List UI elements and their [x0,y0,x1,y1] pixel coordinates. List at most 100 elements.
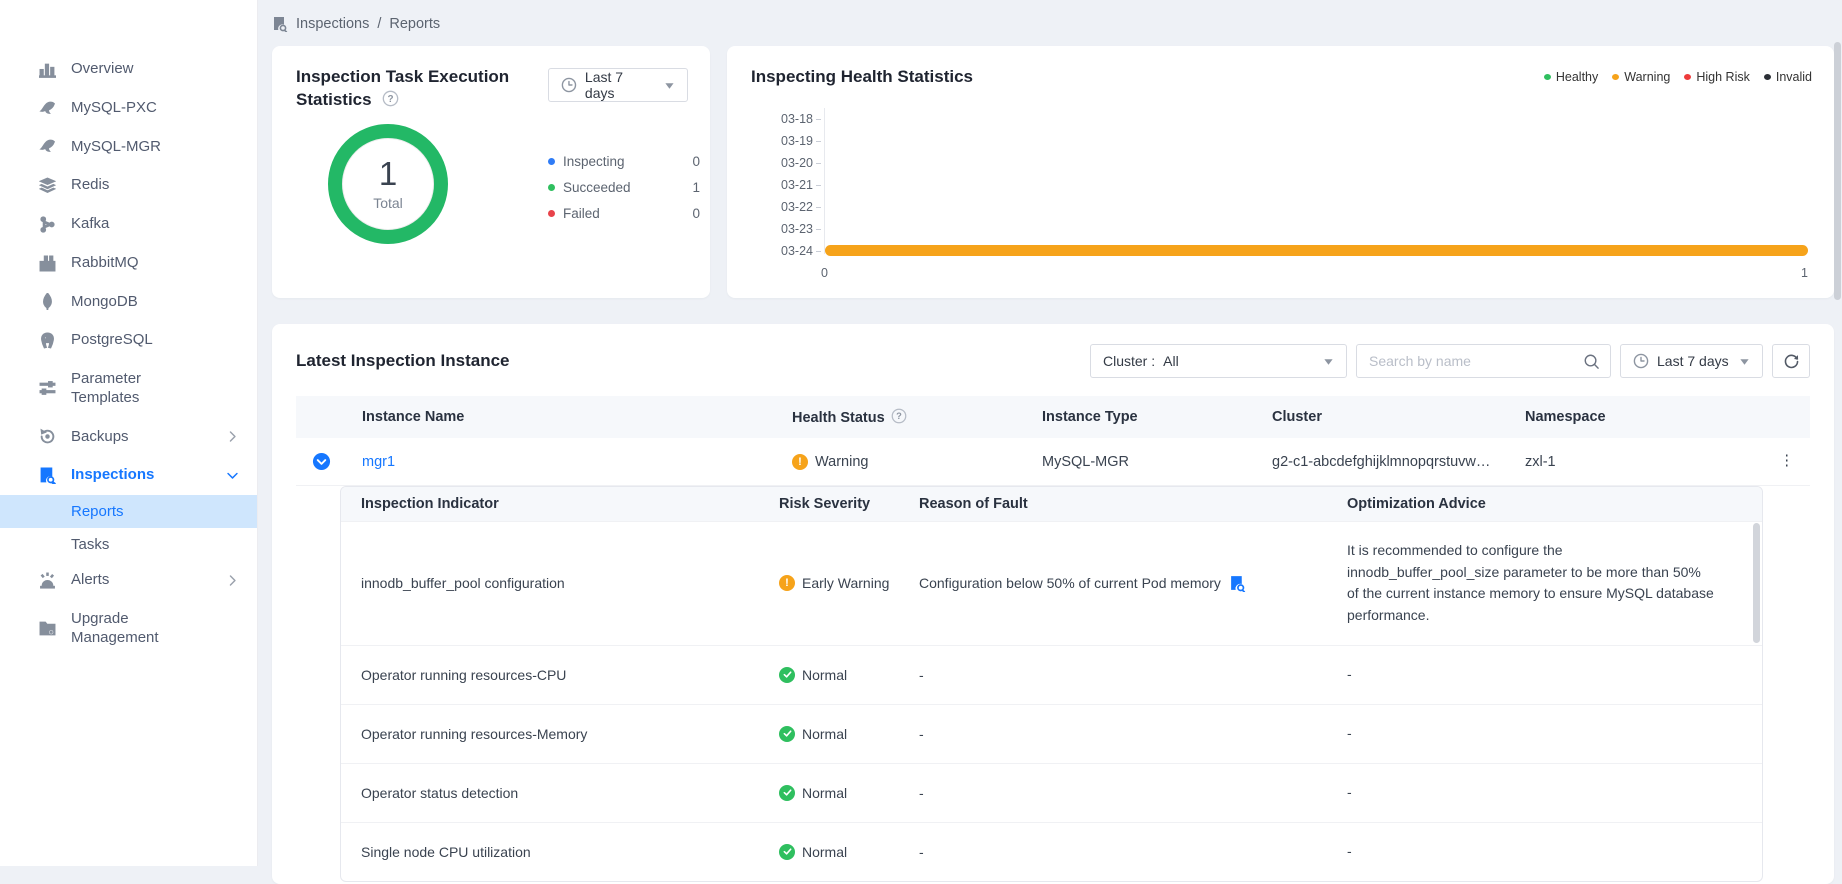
legend-item-failed[interactable]: Failed 0 [548,206,700,221]
alarm-icon [38,571,56,589]
breadcrumb-section[interactable]: Inspections [296,16,369,32]
risk-cell: Normal [759,823,899,881]
legend-value: 0 [692,206,700,221]
sidebar-item-label: Inspections [71,466,154,485]
donut-total-label: Total [373,195,403,211]
legend-item-succeeded[interactable]: Succeeded 1 [548,180,700,195]
svg-text:?: ? [896,411,902,421]
sidebar-item-mongodb[interactable]: MongoDB [0,283,257,322]
backup-restore-icon [38,428,56,446]
inspection-report-icon [38,467,56,485]
check-icon [779,844,795,860]
collapse-row-icon[interactable] [312,452,331,471]
inner-scrollbar-thumb[interactable] [1753,523,1760,643]
y-tick [816,229,821,230]
sidebar-item-label: Parameter Templates [71,370,199,408]
row-actions-menu[interactable]: ⋮ [1740,438,1810,486]
cluster-select-value: All [1163,353,1179,369]
legend-item-inspecting[interactable]: Inspecting 0 [548,154,700,169]
search-icon[interactable] [1583,353,1600,370]
sidebar-item-postgresql[interactable]: PostgreSQL [0,321,257,360]
sidebar-item-kafka[interactable]: Kafka [0,205,257,244]
col-namespace: Namespace [1509,396,1740,438]
indicator-cell: Single node CPU utilization [341,823,759,881]
elephant-icon [38,332,56,350]
sidebar-item-upgrade-management[interactable]: Upgrade Management [0,600,257,658]
clock-icon [561,77,577,93]
sidebar-item-mysql-mgr[interactable]: MySQL-MGR [0,128,257,167]
legend-dot [1684,74,1691,80]
cluster-select[interactable]: Cluster : All [1090,344,1347,378]
card-title: Latest Inspection Instance [296,350,510,373]
reason-cell: - [899,646,1327,704]
sidebar-item-redis[interactable]: Redis [0,166,257,205]
health-status-cell: ! Warning [776,438,1026,486]
instances-table-header: Instance Name Health Status? Instance Ty… [296,396,1810,438]
breadcrumb-separator: / [377,16,381,32]
normal-badge: Normal [779,667,847,683]
refresh-button[interactable] [1772,344,1810,378]
indicator-cell: innodb_buffer_pool configuration [341,522,759,645]
date-range-select[interactable]: Last 7 days [1620,344,1763,378]
advice-cell: - [1327,705,1762,763]
detail-row: Operator running resources-CPU Normal - … [341,645,1762,704]
sidebar-item-mysql-pxc[interactable]: MySQL-PXC [0,89,257,128]
y-tick-label: 03-19 [751,134,813,148]
date-range-select[interactable]: Last 7 days [548,68,688,102]
expand-cell [296,438,346,486]
health-stats-card: Inspecting Health Statistics Healthy War… [727,46,1834,298]
legend-item-invalid[interactable]: Invalid [1764,70,1812,84]
legend-dot [548,184,555,191]
search-input[interactable]: Search by name [1356,344,1611,378]
sidebar-item-inspections[interactable]: Inspections [0,456,257,495]
col-reason-of-fault: Reason of Fault [899,487,1327,521]
instance-row-mgr1: mgr1 ! Warning MySQL-MGR g2-c1-abcdefghi… [296,438,1810,486]
x-tick-max: 1 [1801,266,1808,280]
legend-item-healthy[interactable]: Healthy [1544,70,1598,84]
page-scrollbar-thumb[interactable] [1834,42,1841,300]
sidebar-item-label: Upgrade Management [71,610,199,648]
y-tick-label: 03-24 [751,244,813,258]
instance-name-cell: mgr1 [346,438,776,486]
reason-text: Configuration below 50% of current Pod m… [919,575,1221,591]
sidebar-item-overview[interactable]: Overview [0,50,257,89]
legend-item-warning[interactable]: Warning [1612,70,1670,84]
y-tick [816,141,821,142]
sidebar-subitem-tasks[interactable]: Tasks [0,528,257,561]
help-icon[interactable]: ? [382,90,399,107]
warning-icon: ! [792,454,808,470]
sliders-icon [38,380,56,398]
chevron-right-icon [226,574,239,587]
sidebar-subitem-reports[interactable]: Reports [0,495,257,528]
warning-bar-03-24[interactable] [825,245,1808,256]
task-donut-chart: 1 Total [328,124,448,244]
instance-link[interactable]: mgr1 [362,454,395,470]
legend-value: 0 [692,154,700,169]
y-tick-label: 03-21 [751,178,813,192]
caret-down-icon [1739,356,1750,367]
legend-dot [1764,74,1771,80]
latest-inspection-card: Latest Inspection Instance Cluster : All… [272,324,1834,884]
task-donut-legend: Inspecting 0 Succeeded 1 Failed 0 [548,154,700,232]
donut-ring: 1 Total [328,124,448,244]
legend-item-high-risk[interactable]: High Risk [1684,70,1750,84]
y-tick [816,119,821,120]
chart-row: 03-21 [751,174,1810,196]
help-icon[interactable]: ? [891,408,907,424]
col-instance-name: Instance Name [346,396,776,438]
filters: Cluster : All Search by name Last 7 days [1090,344,1810,378]
sidebar-subitem-label: Tasks [71,536,109,553]
sidebar-item-backups[interactable]: Backups [0,418,257,457]
sidebar-item-alerts[interactable]: Alerts [0,561,257,600]
check-icon [779,667,795,683]
folder-gear-icon [38,620,56,638]
sidebar-item-parameter-templates[interactable]: Parameter Templates [0,360,257,418]
normal-badge: Normal [779,726,847,742]
dolphin-icon [38,138,56,156]
view-report-icon[interactable] [1229,575,1246,592]
sidebar-item-label: PostgreSQL [71,331,153,350]
risk-cell: Normal [759,646,899,704]
x-tick-min: 0 [821,266,828,280]
early-warning-badge: ! Early Warning [779,575,889,591]
sidebar-item-rabbitmq[interactable]: RabbitMQ [0,244,257,283]
